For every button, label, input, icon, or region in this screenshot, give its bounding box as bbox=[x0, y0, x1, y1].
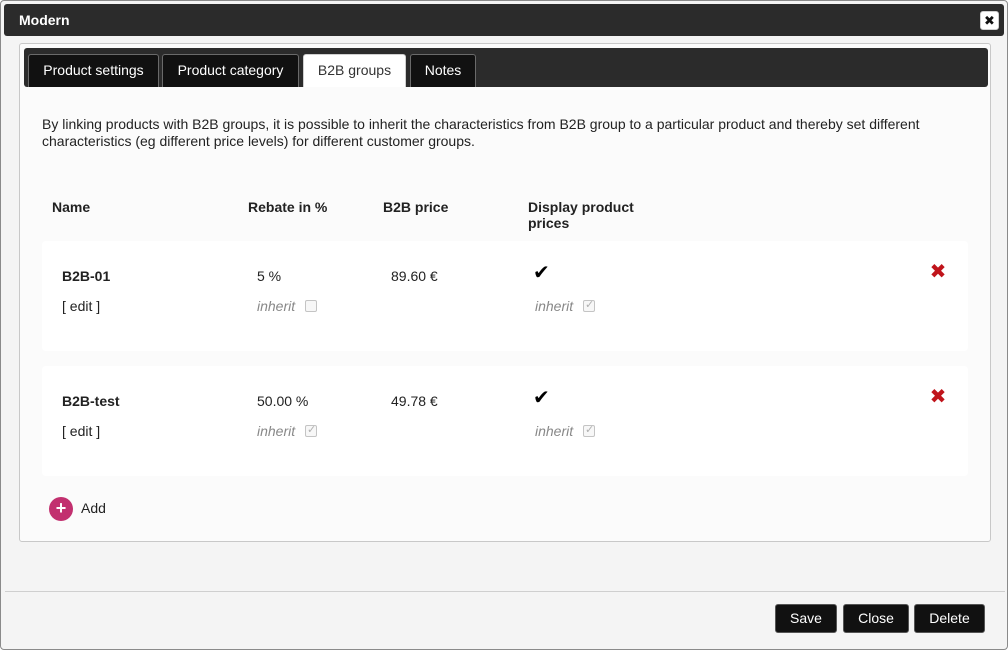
rebate-inherit-checkbox[interactable] bbox=[305, 423, 317, 437]
group-name: B2B-test bbox=[62, 393, 120, 409]
display-inherit-checkbox[interactable] bbox=[583, 423, 595, 437]
display-inherit-label: inherit bbox=[535, 298, 574, 314]
rebate-inherit-checkbox[interactable] bbox=[305, 300, 317, 312]
add-button[interactable]: Add bbox=[81, 500, 106, 516]
column-header-rebate: Rebate in % bbox=[248, 199, 328, 215]
table-row: B2B-01 [ edit ] 5 % inherit 89.60 € ✔ in… bbox=[42, 241, 968, 351]
content-panel: Product settings Product category B2B gr… bbox=[19, 43, 991, 542]
b2b-price-value: 49.78 € bbox=[391, 393, 438, 409]
edit-link[interactable]: [ edit ] bbox=[62, 298, 100, 314]
table-row: B2B-test [ edit ] 50.00 % inherit 49.78 … bbox=[42, 366, 968, 476]
intro-text: By linking products with B2B groups, it … bbox=[42, 116, 920, 149]
close-icon[interactable]: ✖ bbox=[980, 11, 999, 30]
save-button[interactable]: Save bbox=[775, 604, 837, 633]
column-header-name: Name bbox=[52, 199, 91, 215]
title-bar: Modern ✖ bbox=[4, 4, 1004, 36]
modal-dialog: Modern ✖ Product settings Product catego… bbox=[0, 0, 1008, 650]
column-header-b2b-price: B2B price bbox=[383, 199, 449, 215]
tab-product-category[interactable]: Product category bbox=[162, 54, 299, 87]
footer-divider bbox=[5, 591, 1005, 592]
edit-link[interactable]: [ edit ] bbox=[62, 423, 100, 439]
rebate-value: 5 % bbox=[257, 268, 282, 284]
tab-notes[interactable]: Notes bbox=[410, 54, 476, 87]
tab-product-settings[interactable]: Product settings bbox=[28, 54, 159, 87]
b2b-price-value: 89.60 € bbox=[391, 268, 438, 284]
plus-circle-icon[interactable]: + bbox=[49, 497, 73, 521]
rebate-inherit-label: inherit bbox=[257, 423, 296, 439]
display-inherit-label: inherit bbox=[535, 423, 574, 439]
rebate-inherit-label: inherit bbox=[257, 298, 296, 314]
close-button[interactable]: Close bbox=[843, 604, 909, 633]
rebate-value: 50.00 % bbox=[257, 393, 309, 409]
group-name: B2B-01 bbox=[62, 268, 111, 284]
checkmark-icon: ✔ bbox=[533, 387, 550, 409]
delete-button[interactable]: Delete bbox=[914, 604, 985, 633]
column-header-display-prices: Display product prices bbox=[528, 199, 634, 231]
display-inherit-checkbox[interactable] bbox=[583, 298, 595, 312]
checkmark-icon: ✔ bbox=[533, 262, 550, 284]
delete-x-icon[interactable]: ✖ bbox=[929, 387, 947, 407]
delete-x-icon[interactable]: ✖ bbox=[929, 262, 947, 282]
tab-bar: Product settings Product category B2B gr… bbox=[24, 48, 988, 87]
tab-b2b-groups[interactable]: B2B groups bbox=[303, 54, 406, 87]
window-title: Modern bbox=[19, 12, 70, 28]
